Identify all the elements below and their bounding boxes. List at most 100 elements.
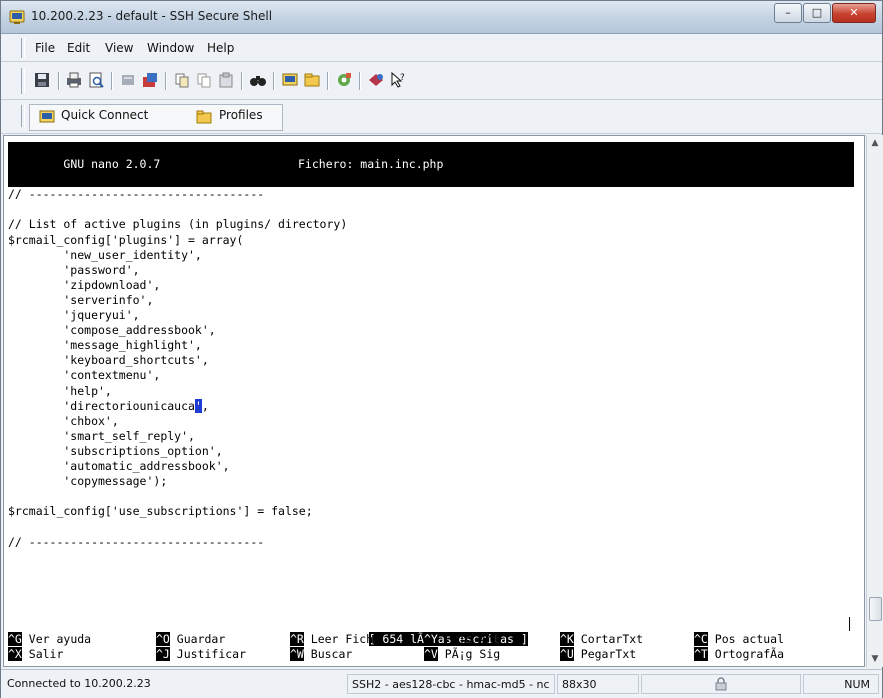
print-preview-icon[interactable]: [87, 71, 105, 89]
nano-shortcut[interactable]: ^J Justificar: [156, 647, 246, 662]
nano-shortcut[interactable]: ^X Salir: [8, 647, 63, 662]
code-line: 'jqueryui',: [8, 308, 140, 322]
menu-window[interactable]: Window: [147, 41, 194, 55]
paste-file-icon[interactable]: [141, 71, 159, 89]
toolbar-separator: [111, 72, 113, 90]
shortcut-key: ^O: [156, 632, 170, 646]
nano-shortcut[interactable]: ^U PegarTxt: [560, 647, 636, 662]
toolbar-separator: [165, 72, 167, 90]
shortcut-label: Leer Fich: [303, 632, 374, 646]
shortcut-label: Pos actual: [707, 632, 785, 646]
code-line: // ----------------------------------: [8, 187, 265, 202]
minimize-button[interactable]: –: [774, 3, 802, 23]
menu-view[interactable]: View: [105, 41, 133, 55]
nano-shortcut[interactable]: ^W Buscar: [290, 647, 352, 662]
code-line: 'password',: [8, 262, 140, 277]
shortcut-key: ^C: [694, 632, 708, 646]
find-icon[interactable]: [249, 71, 267, 89]
code-line: 'contextmenu',: [8, 368, 161, 383]
vertical-scrollbar[interactable]: ▲ ▼: [866, 135, 883, 667]
copy-file-icon[interactable]: [119, 71, 137, 89]
code-line: $rcmail_config['use_subscriptions'] = fa…: [8, 504, 313, 519]
lock-icon: [715, 677, 727, 691]
shortcut-key: ^K: [560, 632, 574, 646]
nano-version: GNU nano 2.0.7: [49, 157, 161, 171]
profiles-grip[interactable]: [21, 105, 25, 127]
window-title: 10.200.2.23 - default - SSH Secure Shell: [31, 9, 273, 23]
code-line: 'chbox',: [8, 413, 119, 428]
code-line: 'automatic_addressbook',: [8, 459, 230, 473]
nano-shortcut[interactable]: ^V PÃ¡g Sig: [424, 647, 500, 662]
save-icon[interactable]: [33, 71, 51, 89]
toolbar: ?: [1, 63, 882, 100]
scrollbar-thumb[interactable]: [869, 597, 882, 621]
copy-icon[interactable]: [195, 71, 213, 89]
quick-connect-icon: [39, 110, 55, 123]
nano-header-bar: GNU nano 2.0.7 Fichero: main.inc.php: [8, 142, 854, 187]
shortcut-key: ^T: [694, 647, 708, 661]
terminal-screen[interactable]: GNU nano 2.0.7 Fichero: main.inc.php // P…: [3, 135, 865, 667]
nano-shortcut[interactable]: ^R Leer Fich: [290, 632, 373, 647]
profiles-bar: Quick Connect Profiles: [1, 101, 882, 134]
nano-shortcut[interactable]: ^O Guardar: [156, 632, 225, 647]
shortcut-label: PegarTxt: [573, 647, 637, 661]
nano-shortcut[interactable]: ^K CortarTxt: [560, 632, 643, 647]
menu-file[interactable]: File: [35, 41, 55, 55]
menu-edit[interactable]: Edit: [67, 41, 90, 55]
code-line: 'new_user_identity',: [8, 247, 202, 262]
shortcut-key: ^V: [424, 647, 438, 661]
shortcut-key: ^X: [8, 647, 22, 661]
maximize-button[interactable]: □: [803, 3, 831, 23]
shortcut-label: Ver ayuda: [21, 632, 92, 646]
shortcut-label: Guardar: [169, 632, 226, 646]
text-cursor: [849, 617, 850, 631]
nano-shortcut[interactable]: ^T OrtografÃ­a: [694, 647, 784, 662]
cipher-info: SSH2 - aes128-cbc - hmac-md5 - nc: [347, 674, 555, 694]
whats-this-icon[interactable]: ?: [389, 71, 407, 89]
toolbar-separator: [273, 72, 275, 90]
settings-icon[interactable]: [335, 71, 353, 89]
new-terminal-icon[interactable]: [281, 71, 299, 89]
shortcut-key: ^Y: [424, 632, 438, 646]
toolbar-separator: [359, 72, 361, 90]
nano-shortcut[interactable]: ^Y PÃ¡g Ant: [424, 632, 500, 647]
code-line: 'zipdownload',: [8, 277, 161, 292]
menu-grip[interactable]: [21, 38, 25, 58]
shortcut-key: ^J: [156, 647, 170, 661]
editor-cursor: ': [194, 398, 202, 413]
file-transfer-icon[interactable]: [303, 71, 321, 89]
code-line: 'smart_self_reply',: [8, 428, 195, 443]
nano-filename: Fichero: main.inc.php: [298, 157, 444, 171]
cut-icon[interactable]: [173, 71, 191, 89]
ssh-client-window: 10.200.2.23 - default - SSH Secure Shell…: [0, 0, 883, 698]
help-icon[interactable]: [367, 71, 385, 89]
code-line: 'copymessage');: [8, 474, 168, 489]
svg-text:?: ?: [400, 73, 405, 83]
shortcut-key: ^R: [290, 632, 304, 646]
shortcut-label: OrtografÃ­a: [707, 647, 785, 661]
shortcut-key: ^G: [8, 632, 22, 646]
nano-shortcut[interactable]: ^G Ver ayuda: [8, 632, 91, 647]
code-line: 'subscriptions_option',: [8, 443, 223, 458]
scroll-up-arrow-icon[interactable]: ▲: [867, 135, 883, 151]
shortcut-label: Justificar: [169, 647, 247, 661]
connection-status: Connected to 10.200.2.23: [7, 677, 151, 690]
quick-connect-button[interactable]: Quick Connect: [61, 108, 148, 122]
code-line: 'compose_addressbook',: [8, 323, 216, 338]
num-lock-indicator: NUM: [803, 674, 879, 694]
toolbar-grip[interactable]: [21, 68, 25, 94]
menu-help[interactable]: Help: [207, 41, 234, 55]
shortcut-label: Buscar: [303, 647, 353, 661]
code-line-with-cursor: 'directoriounicauca',: [8, 398, 209, 414]
code-line: 'keyboard_shortcuts',: [8, 353, 209, 368]
code-line: 'serverinfo',: [8, 292, 154, 307]
paste-icon[interactable]: [217, 71, 235, 89]
lock-status-cell: [641, 674, 801, 694]
profiles-button[interactable]: Profiles: [219, 108, 263, 122]
scroll-down-arrow-icon[interactable]: ▼: [867, 651, 883, 667]
code-line: // List of active plugins (in plugins/ d…: [8, 217, 348, 232]
close-button[interactable]: ✕: [832, 3, 876, 23]
nano-shortcut[interactable]: ^C Pos actual: [694, 632, 784, 647]
title-bar[interactable]: 10.200.2.23 - default - SSH Secure Shell…: [1, 1, 882, 34]
print-icon[interactable]: [65, 71, 83, 89]
